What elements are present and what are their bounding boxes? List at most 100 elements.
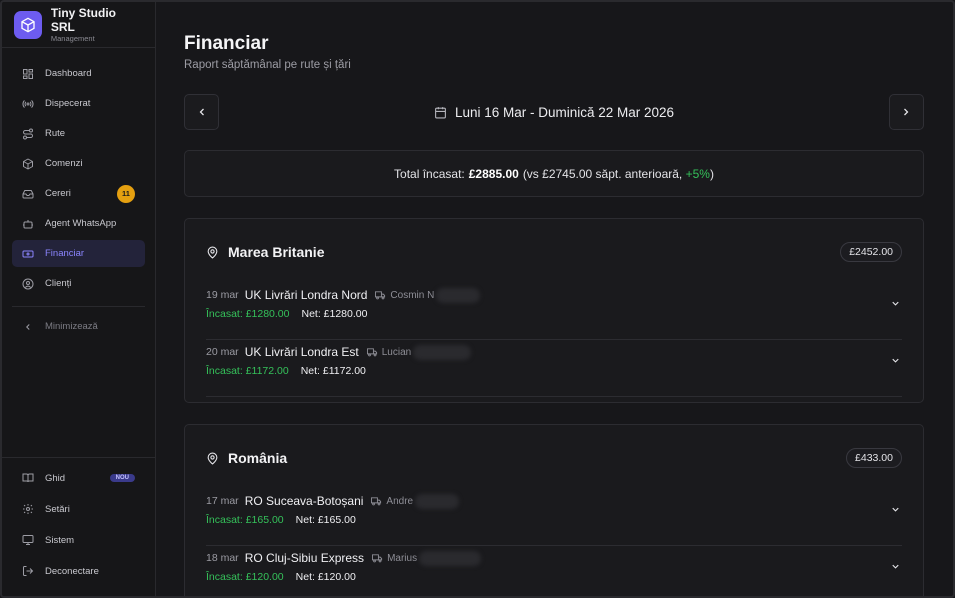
bot-icon	[22, 218, 34, 230]
driver-name: Andre	[386, 495, 414, 507]
collapse-sidebar-button[interactable]: Minimizează	[12, 313, 145, 340]
sidebar-item-sistem[interactable]: Sistem	[12, 526, 145, 554]
route-name: UK Livrări Londra Nord	[244, 288, 368, 302]
route-income: Încasat: £1172.00	[206, 365, 289, 377]
route-row[interactable]: 20 mar UK Livrări Londra Est Lucian Înca…	[206, 340, 902, 397]
sidebar-bottom: Ghid NOU Setări Sistem Deconectare	[2, 457, 155, 596]
route-date: 17 mar	[206, 495, 239, 507]
page-title: Financiar	[184, 33, 269, 54]
sidebar-item-clienti[interactable]: Clienți	[12, 270, 145, 297]
route-driver: Lucian	[366, 344, 472, 360]
route-row[interactable]: 17 mar RO Suceava-Botoșani Andre Încasat…	[206, 489, 902, 546]
previous-week-button[interactable]	[184, 94, 219, 130]
total-amount: £2885.00	[468, 166, 519, 181]
main-content: Financiar Raport săptămânal pe rute și ț…	[156, 2, 953, 596]
sidebar-item-label: Agent WhatsApp	[45, 218, 117, 229]
calendar-icon	[434, 106, 447, 119]
app-window: Tiny Studio SRL Management Dashboard Dis…	[0, 0, 955, 598]
sidebar-divider	[12, 306, 145, 307]
sidebar-item-dispecerat[interactable]: Dispecerat	[12, 90, 145, 117]
sidebar-item-label: Comenzi	[45, 158, 83, 169]
week-range[interactable]: Luni 16 Mar - Duminică 22 Mar 2026	[434, 105, 674, 120]
route-row[interactable]: 19 mar UK Livrări Londra Nord Cosmin N Î…	[206, 283, 902, 340]
country-card-uk: Marea Britanie £2452.00 19 mar UK Livrăr…	[184, 218, 924, 403]
cereri-count-badge: 11	[117, 184, 135, 203]
route-net: Net: £1280.00	[301, 308, 368, 320]
truck-icon	[375, 290, 386, 301]
sidebar-item-comenzi[interactable]: Comenzi	[12, 150, 145, 177]
sidebar-nav: Dashboard Dispecerat Rute Comenzi Cereri…	[2, 48, 155, 300]
sidebar-item-cereri[interactable]: Cereri 11	[12, 180, 145, 207]
gear-icon	[22, 503, 34, 515]
brand-name: Tiny Studio SRL	[50, 5, 116, 34]
route-date: 18 mar	[206, 552, 239, 564]
route-net: Net: £165.00	[295, 514, 356, 526]
page-subtitle: Raport săptămânal pe rute și țări	[184, 59, 351, 71]
sidebar-item-setari[interactable]: Setări	[12, 495, 145, 523]
route-driver: Andre	[371, 493, 460, 509]
total-prefix: Total încasat:	[394, 166, 465, 181]
chevron-right-icon	[900, 106, 912, 118]
sidebar-item-label: Financiar	[45, 248, 85, 259]
brand[interactable]: Tiny Studio SRL Management	[2, 2, 155, 48]
sidebar: Tiny Studio SRL Management Dashboard Dis…	[2, 2, 156, 596]
chevron-down-icon[interactable]	[888, 353, 902, 367]
truck-icon	[366, 347, 378, 358]
monitor-icon	[22, 534, 34, 546]
route-date: 20 mar	[206, 346, 239, 358]
route-driver: Marius	[372, 550, 482, 566]
route-name: UK Livrări Londra Est	[244, 345, 359, 359]
route-icon	[22, 128, 34, 140]
sidebar-item-label: Setări	[45, 503, 70, 515]
user-circle-icon	[22, 278, 34, 290]
chevron-down-icon[interactable]	[888, 559, 902, 573]
chevron-down-icon[interactable]	[888, 502, 902, 516]
sidebar-item-label: Cereri	[45, 188, 71, 199]
redacted-text	[413, 344, 472, 360]
collapse-label: Minimizează	[45, 321, 98, 332]
banknote-icon	[22, 248, 34, 260]
route-net: Net: £1172.00	[300, 365, 366, 377]
sidebar-item-label: Dashboard	[45, 68, 92, 79]
sidebar-item-deconectare[interactable]: Deconectare	[12, 557, 145, 585]
truck-icon	[372, 553, 383, 564]
driver-name: Lucian	[381, 346, 412, 358]
map-pin-icon	[206, 452, 219, 465]
sidebar-item-financiar[interactable]: Financiar	[12, 240, 145, 267]
chevron-left-icon	[22, 321, 34, 333]
sidebar-item-label: Clienți	[45, 278, 72, 289]
sidebar-item-agent-whatsapp[interactable]: Agent WhatsApp	[12, 210, 145, 237]
book-icon	[22, 472, 34, 484]
grid-icon	[22, 68, 34, 80]
chevron-left-icon	[196, 106, 208, 118]
country-card-ro: România £433.00 17 mar RO Suceava-Botoșa…	[184, 424, 924, 596]
package-icon	[22, 158, 34, 170]
redacted-text	[419, 550, 482, 566]
chevron-down-icon[interactable]	[888, 296, 902, 310]
route-income: Încasat: £120.00	[206, 571, 284, 583]
country-total-badge: £2452.00	[840, 242, 902, 262]
radio-icon	[22, 98, 34, 110]
total-suffix: )	[709, 166, 714, 181]
week-range-label: Luni 16 Mar - Duminică 22 Mar 2026	[454, 104, 675, 120]
redacted-text	[436, 287, 481, 303]
route-name: RO Suceava-Botoșani	[244, 494, 364, 508]
redacted-text	[415, 493, 460, 509]
driver-name: Marius	[387, 552, 418, 564]
route-driver: Cosmin N	[375, 287, 481, 303]
sidebar-item-label: Dispecerat	[45, 98, 91, 109]
route-net: Net: £120.00	[295, 571, 356, 583]
sidebar-item-ghid[interactable]: Ghid NOU	[12, 464, 145, 492]
sidebar-item-dashboard[interactable]: Dashboard	[12, 60, 145, 87]
brand-subtitle: Management	[50, 33, 95, 43]
sidebar-item-rute[interactable]: Rute	[12, 120, 145, 147]
inbox-icon	[22, 188, 34, 200]
new-badge: NOU	[109, 474, 135, 482]
truck-icon	[371, 496, 382, 507]
route-income: Încasat: £1280.00	[206, 308, 290, 320]
total-compare: (vs £2745.00 săpt. anterioară,	[522, 166, 683, 181]
total-change: +5%	[685, 166, 710, 181]
route-row[interactable]: 18 mar RO Cluj-Sibiu Express Marius Înca…	[206, 546, 902, 596]
next-week-button[interactable]	[888, 94, 924, 130]
sidebar-item-label: Sistem	[45, 534, 75, 546]
